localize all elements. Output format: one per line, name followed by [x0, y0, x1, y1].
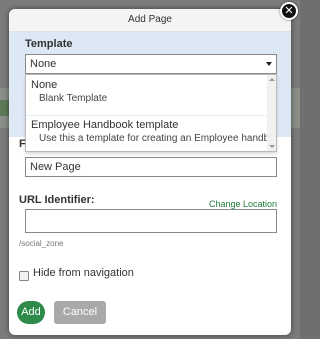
close-icon[interactable]: ✕ [280, 2, 298, 20]
cancel-button[interactable]: Cancel [54, 301, 106, 324]
option-description: Use this a template for creating an Empl… [39, 133, 275, 144]
url-identifier-input[interactable] [25, 209, 277, 233]
template-select[interactable]: None [25, 54, 277, 74]
option-name: Employee Handbook template [31, 119, 179, 131]
dialog-title: Add Page [9, 9, 291, 32]
hide-from-navigation-checkbox[interactable] [19, 271, 29, 281]
template-select-value: None [30, 58, 57, 70]
url-path-hint: /social_zone [19, 239, 64, 248]
page-name-value: New Page [30, 161, 81, 173]
change-location-link[interactable]: Change Location [209, 199, 277, 209]
dropdown-scrollbar[interactable] [267, 75, 276, 151]
page-name-label: F [19, 138, 26, 150]
add-page-dialog: Add Page Template None None Blank Templa… [9, 9, 291, 335]
template-option-none[interactable]: None Blank Template [26, 79, 273, 104]
chevron-down-icon [266, 62, 272, 66]
option-description: Blank Template [39, 93, 108, 104]
hide-from-navigation-label[interactable]: Hide from navigation [33, 267, 134, 279]
option-name: None [31, 79, 58, 91]
option-divider [26, 115, 268, 116]
template-option-employee-handbook[interactable]: Employee Handbook template Use this a te… [26, 119, 275, 144]
add-button[interactable]: Add [17, 301, 45, 324]
scroll-down-icon[interactable] [269, 145, 275, 148]
url-identifier-label: URL Identifier: [19, 194, 95, 206]
scroll-up-icon[interactable] [269, 78, 275, 81]
template-label: Template [25, 38, 73, 50]
page-name-input[interactable]: New Page [25, 157, 277, 177]
template-dropdown-list: None Blank Template Employee Handbook te… [25, 74, 277, 152]
